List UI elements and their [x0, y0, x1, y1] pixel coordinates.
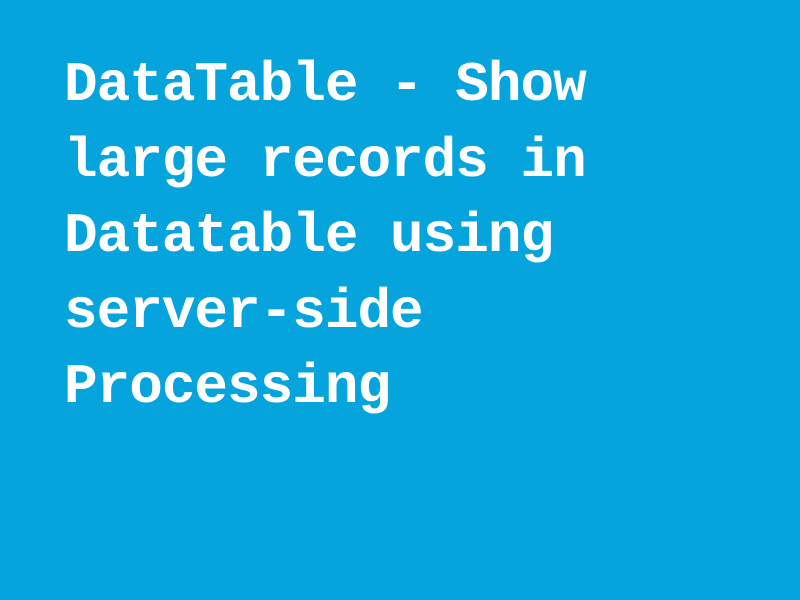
page-title: DataTable - Show large records in Datata… — [64, 48, 736, 426]
